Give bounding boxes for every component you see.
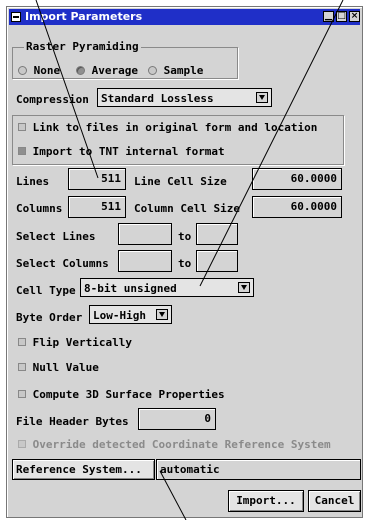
callout-line-lines (35, 0, 99, 179)
callout-line-reference (159, 470, 187, 520)
callout-line-cell-type (199, 0, 344, 287)
callout-lines (35, 0, 344, 520)
